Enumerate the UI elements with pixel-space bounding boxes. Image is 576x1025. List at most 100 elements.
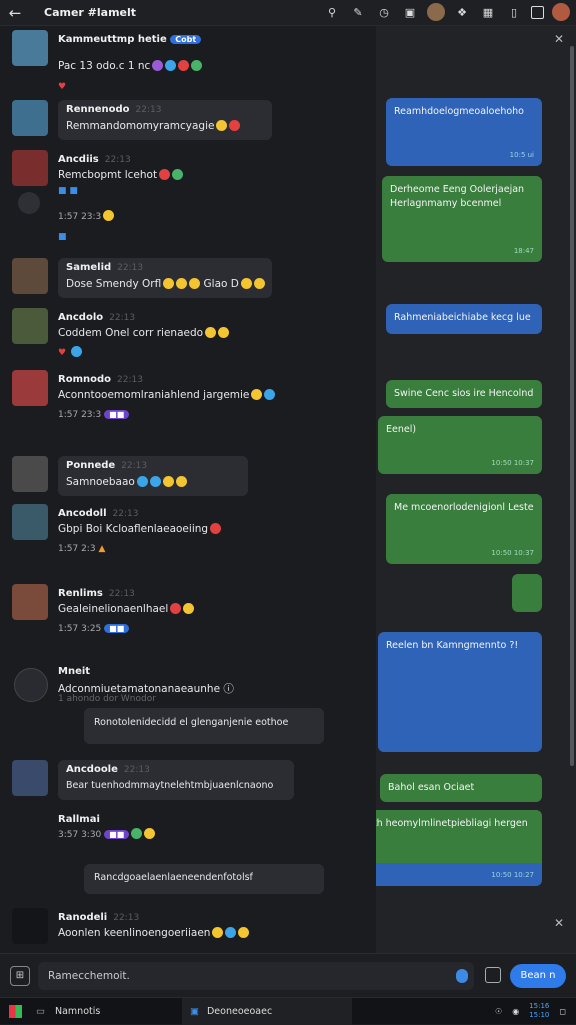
message-text: Bear tuenhodmmaytnelehtmbjuaenlcnaono (66, 780, 274, 791)
profile-avatar[interactable] (552, 3, 570, 21)
list-item[interactable]: Kammeuttmp hetie Cobt Pac 13 odo.c 1 nc … (10, 30, 350, 92)
sync-icon[interactable]: ☉ (495, 1007, 502, 1016)
chat-bubble[interactable]: Me mcoenorlodenigionl Leste 10:50 10:37 (386, 494, 542, 564)
sender-name: Kammeuttmp hetie (58, 34, 167, 45)
sender-name: Rallmai (58, 814, 100, 825)
system-tray: ☉ ◉ 15:16 15:10 ◻ (495, 1002, 566, 1020)
list-item[interactable]: Ancodoll 22:13 Gbpi Boi Kcloaflenlaeaoeii… (10, 504, 350, 560)
message-text: Remmandomomyramcyagie (66, 120, 241, 132)
list-item[interactable]: Samelid 22:13 Dose Smendy Orfl Glao D (10, 258, 350, 304)
timestamp: 22:13 (112, 509, 139, 519)
status-badge: Cobt (170, 35, 202, 44)
chat-bubble[interactable]: Derheome Eeng Oolerjaejan Herlagnmamy bc… (382, 176, 542, 262)
avatar (12, 504, 48, 540)
save-icon[interactable]: ▣ (401, 3, 419, 21)
chat-bubble[interactable]: Reamhdoelogmeoaloehoho 10:5 ui (386, 98, 542, 166)
chat-bubble[interactable]: Bahol esan Ociaet (380, 774, 542, 802)
tablet-icon[interactable]: ▯ (505, 3, 523, 21)
list-item[interactable]: Mneit Adconmiuetamatonanaeaunhe ⓘ 1 ahon… (10, 662, 350, 752)
send-button[interactable]: Bean n (510, 964, 566, 988)
reaction-icons[interactable]: ■ ■ (58, 186, 78, 196)
list-item[interactable]: Rennenodo 22:13 Remmandomomyramcyagie (10, 100, 350, 146)
avatar (12, 150, 48, 186)
tag-icon[interactable]: ❖ (453, 3, 471, 21)
taskbar: ▭ Namnotis ▣ Deoneoeoaec ☉ ◉ 15:16 15:10 ◻ (0, 997, 576, 1025)
message-text: Pac 13 odo.c 1 nc (58, 60, 203, 72)
title-bar: ← Camer #lamelt ⚲ ✎ ◷ ▣ ❖ ▦ ▯ (0, 0, 576, 26)
reply-meta: 1:57 3:25 ■■ (58, 624, 130, 634)
message-text: Coddem Onel corr rienaedo (58, 327, 230, 339)
taskbar-app[interactable]: ▣ Deoneoeoaec (182, 998, 352, 1025)
maximize-icon[interactable] (531, 5, 544, 19)
pen-icon[interactable]: ✎ (349, 3, 367, 21)
message-text: Samnoebaao (66, 476, 187, 488)
scrollbar[interactable] (570, 46, 574, 766)
list-item[interactable]: Ancdiis 22:13 Remcbopmt lcehot ■ ■ 1:57 2… (10, 150, 350, 250)
grid-icon[interactable]: ▦ (479, 3, 497, 21)
chat-bubble[interactable]: Reelen bn Kamngmennto ?! (378, 632, 542, 752)
attach-icon[interactable]: ⊞ (10, 966, 30, 986)
reply-meta: 1:57 23:3 (58, 210, 115, 222)
sender-name: Ponnede (66, 460, 116, 471)
message-composer: ⊞ Ramecchemoit. Bean n (0, 953, 576, 997)
clock-icon[interactable]: ◷ (375, 3, 393, 21)
sender-name: Romnodo (58, 374, 112, 385)
window-title: Camer #lamelt (44, 6, 137, 19)
mic-icon[interactable] (456, 969, 468, 983)
list-item[interactable]: Rallmai 3:57 3:30 ■■ Rancdgoaelaenlaenee… (10, 810, 350, 900)
sender-name: Renlims (58, 588, 103, 599)
avatar (12, 908, 48, 944)
reply-meta: 1:57 2:3 ▲ (58, 544, 106, 554)
message-list: Kammeuttmp hetie Cobt Pac 13 odo.c 1 nc … (0, 26, 376, 953)
chat-bubble[interactable]: Rahmeniabeichiabe kecg lue (386, 304, 542, 334)
heart-icon: ♥ (58, 82, 67, 92)
timestamp: 22:13 (123, 765, 150, 775)
taskbar-app[interactable]: ▭ Namnotis (36, 998, 176, 1025)
avatar (14, 668, 48, 702)
timestamp: 22:13 (135, 105, 162, 115)
chat-bubble[interactable]: Minth heomylmlinetpiebliagi hergen ?!10:… (376, 810, 542, 886)
list-item[interactable]: Renlims 22:13 Gealeinelionaenlhael 1:57 3… (10, 584, 350, 640)
chat-bubble[interactable]: Swine Cenc sios ire Hencolnd (386, 380, 542, 408)
message-input[interactable]: Ramecchemoit. (38, 962, 474, 990)
message-text: Aoonlen keenlinoengoeriiaen (58, 927, 250, 939)
close-icon[interactable]: ✕ (554, 32, 564, 46)
reaction-icons[interactable]: ♥ (58, 346, 82, 358)
timestamp: 22:13 (108, 589, 135, 599)
sender-name: Samelid (66, 262, 112, 273)
sender-name: Ranodeli (58, 912, 108, 923)
conversation-panel: ✕ Reamhdoelogmeoaloehoho 10:5 ui Derheome… (376, 26, 576, 953)
sender-name: Rennenodo (66, 104, 130, 115)
reply-meta: 3:57 3:30 ■■ (58, 828, 156, 840)
back-arrow-icon[interactable]: ← (0, 4, 30, 22)
lock-icon[interactable]: ◉ (512, 1007, 519, 1016)
timestamp: 22:13 (109, 313, 136, 323)
reply-meta: 1:57 23:3 ■■ (58, 410, 130, 420)
list-item[interactable]: Ranodeli 22:13 Aoonlen keenlinoengoeriiae… (10, 908, 350, 952)
emoji-icon[interactable] (485, 967, 501, 983)
sender-name: Ancodoll (58, 508, 107, 519)
timestamp: 22:13 (117, 375, 143, 385)
timestamp: 22:13 (113, 913, 140, 923)
sender-name: Ancdoole (66, 764, 118, 775)
user-avatar[interactable] (427, 3, 445, 21)
list-item[interactable]: Ancdolo 22:13 Coddem Onel corr rienaedo ♥ (10, 308, 350, 364)
timestamp: 22:13 (121, 461, 148, 471)
notification-icon[interactable]: ◻ (559, 1007, 566, 1016)
search-icon[interactable]: ⚲ (323, 3, 341, 21)
message-text: Aconntooemomlraniahlend jargemie (58, 389, 276, 401)
message-text: Remcbopmt lcehot (58, 169, 184, 181)
chat-bubble[interactable] (512, 574, 542, 612)
chat-bubble[interactable]: Eenel) 10:50 10:37 (378, 416, 542, 474)
message-text: Dose Smendy Orfl Glao D (66, 278, 265, 290)
avatar (12, 100, 48, 136)
close-icon[interactable]: ✕ (554, 916, 564, 930)
list-item[interactable]: Ponnede 22:13 Samnoebaao (10, 456, 350, 500)
sender-name: Mneit (58, 666, 91, 677)
timestamp: 22:13 (104, 155, 131, 165)
clock[interactable]: 15:16 15:10 (529, 1002, 549, 1020)
message-text: Gealeinelionaenlhael (58, 603, 195, 615)
list-item[interactable]: Romnodo 22:13 Aconntooemomlraniahlend jar… (10, 370, 350, 422)
windows-start-icon[interactable] (9, 1005, 22, 1018)
timestamp: 22:13 (117, 263, 144, 273)
